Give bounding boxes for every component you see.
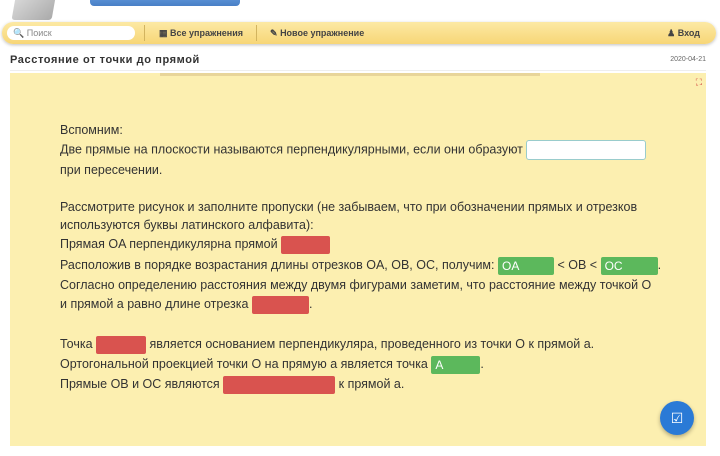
divider xyxy=(256,25,257,41)
text: к прямой a. xyxy=(338,377,405,391)
text-line: используются буквы латинского алфавита): xyxy=(60,218,314,232)
text-line: при пересечении. xyxy=(60,163,163,177)
answer-input-empty[interactable] xyxy=(526,140,647,160)
text-line: Согласно определению расстояния между дв… xyxy=(60,278,652,292)
text-line: Ортогональной проекцией точки O на пряму… xyxy=(60,355,484,374)
text: Прямая OA перпендикулярна прямой xyxy=(60,237,278,251)
text-line: Две прямые на плоскости называются перпе… xyxy=(60,140,647,160)
text: Две прямые на плоскости называются перпе… xyxy=(60,142,523,157)
new-exercise-label: Новое упражнение xyxy=(280,28,365,38)
text: Ортогональной проекцией точки O на пряму… xyxy=(60,357,428,371)
text: Прямые OB и OC являются xyxy=(60,377,220,391)
check-answers-button[interactable]: ☑ xyxy=(660,401,694,435)
all-exercises-label: Все упражнения xyxy=(170,28,244,38)
text-line: Рассмотрите рисунок и заполните пропуски… xyxy=(60,200,638,214)
exercise-area: ⛶ Вспомним: Две прямые на плоскости назы… xyxy=(10,73,706,446)
answer-input-wrong[interactable] xyxy=(251,295,309,314)
new-exercise-link[interactable]: ✎ Новое упражнение xyxy=(270,22,364,44)
answer-input-correct[interactable]: OA xyxy=(498,256,554,275)
answer-input-correct[interactable]: OC xyxy=(600,256,658,275)
divider xyxy=(144,25,145,41)
divider xyxy=(10,70,706,71)
search-icon: 🔍 xyxy=(13,28,25,38)
login-label: Вход xyxy=(677,28,700,38)
page-date: 2020-04-21 xyxy=(670,56,706,63)
text: является основанием перпендикуляра, пров… xyxy=(149,337,595,351)
all-exercises-link[interactable]: ▦ Все упражнения xyxy=(159,22,243,44)
text: . xyxy=(657,258,662,272)
logo-text[interactable] xyxy=(90,0,240,6)
grid-icon: ▦ xyxy=(159,28,168,38)
text-line: Точка является основанием перпендикуляра… xyxy=(60,335,594,354)
login-link[interactable]: ♟ Вход xyxy=(667,22,700,44)
search-input[interactable]: 🔍 Поиск xyxy=(7,26,135,40)
answer-input-correct[interactable]: A xyxy=(431,355,481,374)
text-line: и прямой a равно длине отрезка . xyxy=(60,295,312,314)
text: . xyxy=(480,357,484,371)
user-icon: ♟ xyxy=(667,28,676,38)
text-line: Прямые OB и OC являются к прямой a. xyxy=(60,375,404,394)
checkbox-icon: ☑ xyxy=(670,410,684,426)
nav-bar: 🔍 Поиск ▦ Все упражнения ✎ Новое упражне… xyxy=(2,22,716,44)
text: Расположив в порядке возрастания длины о… xyxy=(60,258,495,272)
text-line: Расположив в порядке возрастания длины о… xyxy=(60,256,661,275)
text-line: Прямая OA перпендикулярна прямой xyxy=(60,235,331,254)
text: и прямой a равно длине отрезка xyxy=(60,297,249,311)
answer-input-wrong[interactable] xyxy=(281,235,331,254)
answer-input-wrong[interactable] xyxy=(223,375,336,394)
search-placeholder: Поиск xyxy=(26,28,52,38)
fullscreen-icon[interactable]: ⛶ xyxy=(696,77,702,88)
text: < OB < xyxy=(557,258,598,272)
answer-input-wrong[interactable] xyxy=(96,335,147,354)
text-line: Вспомним: xyxy=(60,123,123,137)
pencil-icon: ✎ xyxy=(270,28,278,38)
page-title: Расстояние от точки до прямой xyxy=(10,54,200,66)
text: Точка xyxy=(60,337,93,351)
text: . xyxy=(308,297,313,311)
logo-image[interactable] xyxy=(11,0,57,20)
